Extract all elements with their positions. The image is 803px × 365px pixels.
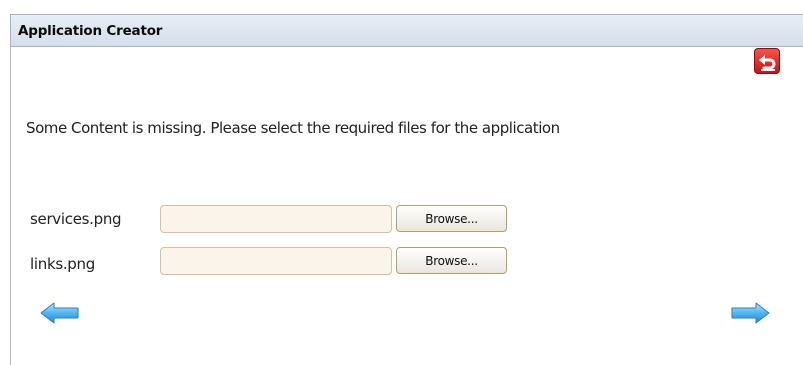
undo-button[interactable]	[754, 48, 780, 74]
file-input-services[interactable]	[160, 205, 392, 233]
application-creator-panel: Application Creator	[10, 14, 803, 365]
arrow-left-icon	[40, 302, 79, 324]
browse-button-links[interactable]: Browse...	[396, 247, 507, 274]
missing-content-message: Some Content is missing. Please select t…	[26, 119, 560, 137]
arrow-right-icon	[731, 302, 770, 324]
file-label-services: services.png	[30, 210, 122, 228]
undo-icon	[759, 55, 776, 71]
file-label-links: links.png	[30, 255, 95, 273]
browse-button-services[interactable]: Browse...	[396, 205, 507, 232]
panel-title: Application Creator	[18, 23, 163, 39]
panel-header: Application Creator	[11, 15, 803, 47]
forward-button[interactable]	[730, 302, 770, 324]
file-input-links[interactable]	[160, 247, 392, 275]
back-button[interactable]	[40, 302, 80, 324]
